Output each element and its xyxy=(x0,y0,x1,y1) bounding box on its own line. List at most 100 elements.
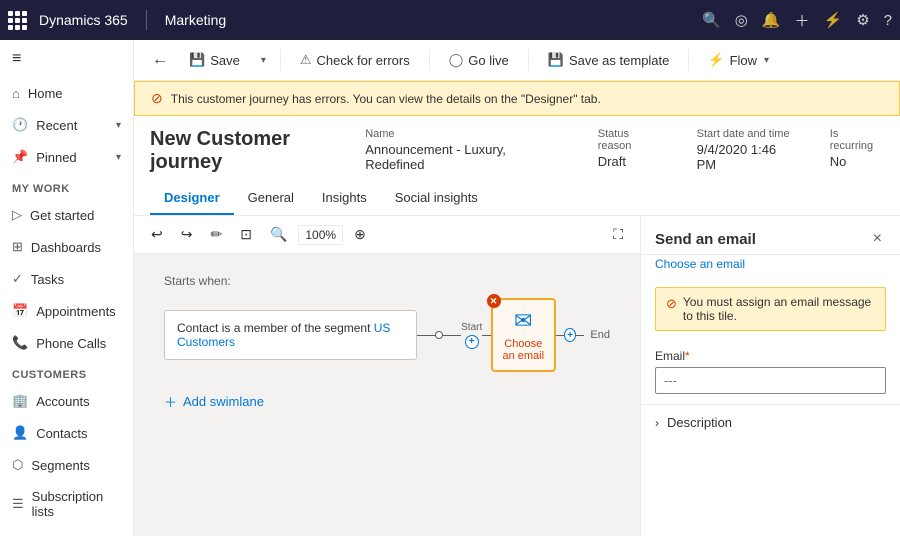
panel-error-message: ⊘ You must assign an email message to th… xyxy=(655,287,886,331)
email-error-badge: ✕ xyxy=(487,294,501,308)
sidebar-item-subscription-lists[interactable]: ☰ Subscription lists xyxy=(0,481,133,527)
customers-section-header: Customers xyxy=(0,359,133,385)
notifications-icon[interactable]: 🔔 xyxy=(762,11,781,29)
tabs-bar: Designer General Insights Social insight… xyxy=(134,182,900,216)
hamburger-button[interactable]: ≡ xyxy=(0,40,133,78)
zoom-in-button[interactable]: ⊕ xyxy=(347,222,373,247)
search-icon[interactable]: 🔍 xyxy=(702,11,721,29)
sidebar-item-phone-calls[interactable]: 📞 Phone Calls xyxy=(0,327,133,359)
panel-error-text: You must assign an email message to this… xyxy=(683,295,875,323)
email-input[interactable] xyxy=(655,367,886,394)
flow-line-end xyxy=(576,335,584,336)
panel-title: Send an email xyxy=(655,231,756,248)
accounts-label: Accounts xyxy=(36,394,89,409)
designer-area: ↩ ↪ ✏ ⊡ 🔍 100% ⊕ ⛶ Starts when: Conta xyxy=(134,216,900,536)
tab-social-insights[interactable]: Social insights xyxy=(381,182,492,215)
sidebar-item-segments[interactable]: ⬡ Segments xyxy=(0,449,133,481)
dashboards-label: Dashboards xyxy=(31,240,101,255)
meta-name-label: Name xyxy=(365,128,566,140)
journey-flow: Contact is a member of the segment US Cu… xyxy=(164,298,610,372)
meta-name: Name Announcement - Luxury, Redefined xyxy=(365,128,566,172)
get-started-label: Get started xyxy=(30,208,94,223)
flow-button[interactable]: ⚡ Flow ▾ xyxy=(697,46,780,74)
sidebar-item-home[interactable]: ⌂ Home xyxy=(0,78,133,109)
panel-body: Email* xyxy=(641,339,900,404)
page-header: New Customer journey Name Announcement -… xyxy=(134,116,900,174)
sidebar-pinned-label: Pinned xyxy=(36,150,76,165)
top-navigation: Dynamics 365 Marketing 🔍 ◎ 🔔 ＋ ⚡ ⚙ ? xyxy=(0,0,900,40)
check-errors-button[interactable]: ⚠ Check for errors xyxy=(289,46,421,74)
add-after-email-button[interactable]: + xyxy=(564,328,576,342)
nav-icons: 🔍 ◎ 🔔 ＋ ⚡ ⚙ ? xyxy=(702,10,892,31)
tab-insights[interactable]: Insights xyxy=(308,182,381,215)
start-label: Start xyxy=(461,322,482,333)
sidebar: ≡ ⌂ Home 🕐 Recent ▾ 📌 Pinned ▾ My Work ▷… xyxy=(0,40,134,536)
sidebar-item-appointments[interactable]: 📅 Appointments xyxy=(0,295,133,327)
module-name: Marketing xyxy=(165,12,226,28)
layout-button[interactable]: ⊡ xyxy=(233,222,259,247)
toolbar: ← 💾 Save ▾ ⚠ Check for errors ◯ Go live … xyxy=(134,40,900,81)
sidebar-recent-label: Recent xyxy=(36,118,77,133)
sidebar-item-accounts[interactable]: 🏢 Accounts xyxy=(0,385,133,417)
email-field-label: Email* xyxy=(655,349,886,363)
save-button[interactable]: 💾 Save xyxy=(178,46,251,74)
redo-button[interactable]: ↪ xyxy=(174,222,200,247)
recent-chevron-icon: ▾ xyxy=(116,120,121,131)
main-content: ← 💾 Save ▾ ⚠ Check for errors ◯ Go live … xyxy=(134,40,900,536)
add-icon[interactable]: ＋ xyxy=(795,10,810,31)
panel-choose-email-link[interactable]: Choose an email xyxy=(641,255,900,279)
add-swimlane-icon: ＋ xyxy=(164,392,177,411)
subscription-icon: ☰ xyxy=(12,496,24,512)
toolbar-sep-3 xyxy=(528,49,529,71)
email-node-label: Choose an email xyxy=(501,338,546,362)
undo-button[interactable]: ↩ xyxy=(144,222,170,247)
add-swimlane-button[interactable]: ＋ Add swimlane xyxy=(164,392,610,411)
end-label: End xyxy=(590,329,610,341)
email-icon-wrap: ✉ xyxy=(501,308,546,334)
sidebar-home-label: Home xyxy=(28,86,63,101)
email-node[interactable]: ✕ ✉ Choose an email xyxy=(491,298,556,372)
flow-connector-1 xyxy=(417,331,461,339)
filter-icon[interactable]: ⚡ xyxy=(824,11,843,29)
add-before-email-button[interactable]: + xyxy=(465,335,479,349)
panel-close-button[interactable]: × xyxy=(869,228,886,250)
dashboards-icon: ⊞ xyxy=(12,239,23,255)
canvas-toolbar: ↩ ↪ ✏ ⊡ 🔍 100% ⊕ ⛶ xyxy=(134,216,640,254)
toolbar-sep-2 xyxy=(429,49,430,71)
start-connector: Start + xyxy=(461,322,482,349)
segments-label: Segments xyxy=(31,458,90,473)
copilot-icon[interactable]: ◎ xyxy=(735,11,748,29)
settings-icon[interactable]: ⚙ xyxy=(856,11,869,29)
tab-general[interactable]: General xyxy=(234,182,308,215)
edit-tool-button[interactable]: ✏ xyxy=(203,222,229,247)
back-button[interactable]: ← xyxy=(146,49,174,71)
panel-error-icon: ⊘ xyxy=(666,296,677,312)
pin-icon: 📌 xyxy=(12,149,28,165)
brand-logo[interactable]: Dynamics 365 Marketing xyxy=(8,10,226,30)
sidebar-item-dashboards[interactable]: ⊞ Dashboards xyxy=(0,231,133,263)
description-chevron-icon: › xyxy=(655,416,659,430)
sidebar-item-get-started[interactable]: ▷ Get started xyxy=(0,199,133,231)
meta-status-label: Status reason xyxy=(598,128,665,152)
get-started-icon: ▷ xyxy=(12,207,22,223)
sidebar-item-contacts[interactable]: 👤 Contacts xyxy=(0,417,133,449)
right-panel: Send an email × Choose an email ⊘ You mu… xyxy=(640,216,900,536)
tab-designer[interactable]: Designer xyxy=(150,182,234,215)
go-live-button[interactable]: ◯ Go live xyxy=(438,46,520,74)
canvas-content: Starts when: Contact is a member of the … xyxy=(134,254,640,431)
save-template-label: Save as template xyxy=(569,53,669,68)
check-errors-label: Check for errors xyxy=(317,53,410,68)
help-icon[interactable]: ? xyxy=(884,12,892,29)
sidebar-item-pinned[interactable]: 📌 Pinned ▾ xyxy=(0,141,133,173)
save-template-button[interactable]: 💾 Save as template xyxy=(537,46,681,74)
pinned-chevron-icon: ▾ xyxy=(116,152,121,163)
save-dropdown-button[interactable]: ▾ xyxy=(255,49,272,72)
description-section[interactable]: › Description xyxy=(641,404,900,440)
fullscreen-button[interactable]: ⛶ xyxy=(606,222,630,247)
sidebar-item-recent[interactable]: 🕐 Recent ▾ xyxy=(0,109,133,141)
appointments-icon: 📅 xyxy=(12,303,28,319)
error-banner: ⊘ This customer journey has errors. You … xyxy=(134,81,900,116)
add-swimlane-label: Add swimlane xyxy=(183,394,264,409)
zoom-out-button[interactable]: 🔍 xyxy=(263,222,294,247)
sidebar-item-tasks[interactable]: ✓ Tasks xyxy=(0,263,133,295)
